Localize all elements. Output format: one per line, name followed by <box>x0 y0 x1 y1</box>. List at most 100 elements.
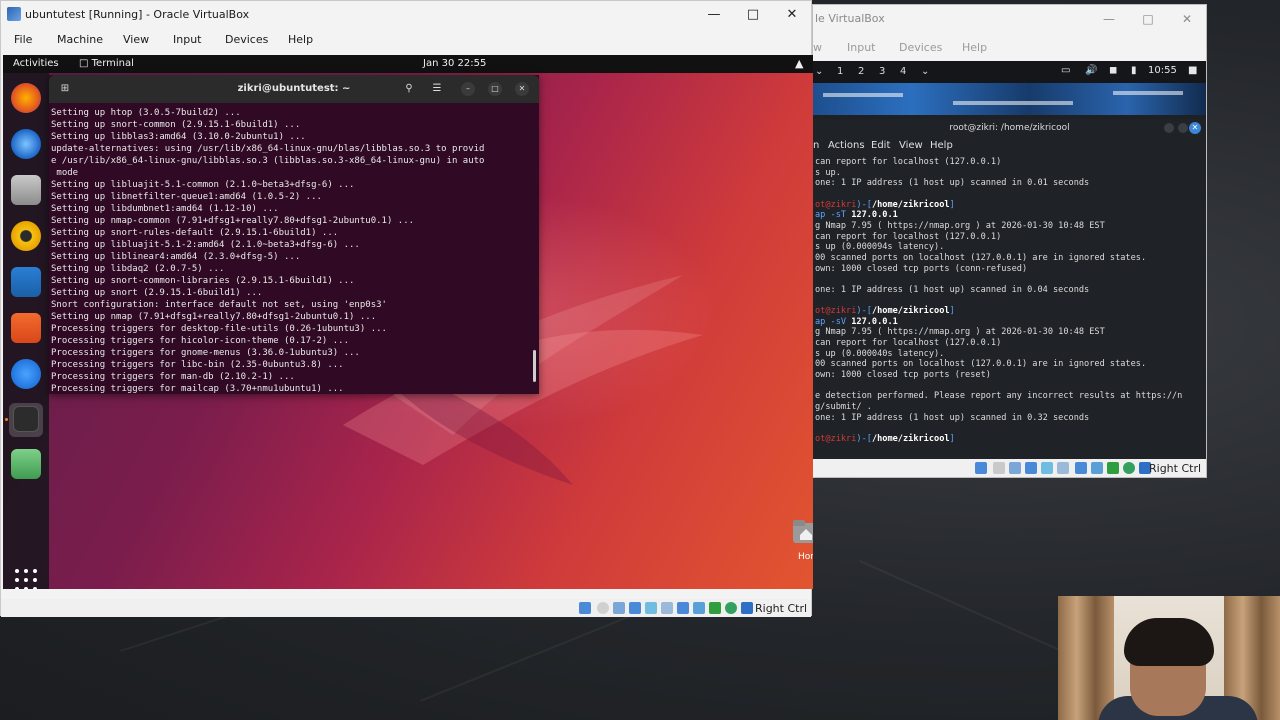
recording-icon[interactable] <box>693 602 705 614</box>
close-icon[interactable]: ✕ <box>1172 9 1202 29</box>
keyboard-icon[interactable] <box>741 602 753 614</box>
minimize-icon[interactable]: – <box>461 82 475 96</box>
maximize-icon[interactable]: □ <box>488 82 502 96</box>
ubuntu-vm-screen[interactable]: Activities □ Terminal Jan 30 22:55 ▲ Ho … <box>3 55 813 589</box>
recording-icon[interactable] <box>1091 462 1103 474</box>
workspace-4[interactable]: 4 <box>900 66 906 77</box>
workspace-3[interactable]: 3 <box>879 66 885 77</box>
mouse-integration-icon[interactable] <box>1123 462 1135 474</box>
kali-virtualbox-window[interactable]: le VirtualBox — □ ✕ w Input Devices Help… <box>812 4 1207 478</box>
menu-file[interactable]: File <box>14 33 32 46</box>
close-icon[interactable]: ✕ <box>515 82 529 96</box>
hdd-icon[interactable] <box>579 602 591 614</box>
terminal-line: e /usr/lib/x86_64-linux-gnu/libblas.so.3… <box>51 156 485 166</box>
menu-devices[interactable]: Devices <box>225 33 268 46</box>
kali-line-segment: own: 1000 closed tcp ports (reset) <box>815 370 991 380</box>
kali-terminal-window[interactable]: root@zikri: /home/zikricool ✕ n Actions … <box>813 119 1206 460</box>
activities-button[interactable]: Activities <box>13 58 59 69</box>
search-icon[interactable]: ⚲ <box>401 81 417 97</box>
maximize-icon[interactable] <box>1178 123 1188 133</box>
menu-actions[interactable]: Actions <box>828 140 865 151</box>
hamburger-menu-icon[interactable]: ☰ <box>429 81 445 97</box>
wallpaper-stripe <box>953 101 1073 105</box>
cpu-icon[interactable] <box>709 602 721 614</box>
network-icon[interactable] <box>629 602 641 614</box>
display-icon[interactable]: ▭ <box>1061 65 1070 76</box>
menu-help[interactable]: Help <box>930 140 953 151</box>
network-icon[interactable]: ▲ <box>795 57 803 70</box>
show-apps-icon[interactable] <box>15 569 37 589</box>
files-icon[interactable] <box>11 175 41 205</box>
firefox-icon[interactable] <box>11 83 41 113</box>
volume-icon[interactable]: 🔊 <box>1085 65 1097 76</box>
minimize-icon[interactable]: — <box>1094 9 1124 29</box>
chevron-down-icon[interactable]: ⌄ <box>921 66 929 77</box>
display-icon[interactable] <box>1075 462 1087 474</box>
person-hair <box>1124 618 1214 666</box>
shared-folder-icon[interactable] <box>1057 462 1069 474</box>
kali-line-segment: one: 1 IP address (1 host up) scanned in… <box>815 178 1090 189</box>
network-icon[interactable] <box>1025 462 1037 474</box>
home-folder-label: Hon <box>798 552 813 562</box>
display-icon[interactable] <box>677 602 689 614</box>
kali-vb-titlebar[interactable]: le VirtualBox — □ ✕ <box>813 5 1206 31</box>
close-icon[interactable]: ✕ <box>777 5 807 25</box>
kali-terminal-output[interactable]: can report for localhost (127.0.0.1) s up… <box>813 157 1206 444</box>
help-icon[interactable] <box>11 359 41 389</box>
menu-devices[interactable]: Devices <box>899 41 942 54</box>
optical-drive-icon[interactable] <box>993 462 1005 474</box>
maximize-icon[interactable]: □ <box>738 5 768 25</box>
ubuntu-virtualbox-window[interactable]: ubuntutest [Running] - Oracle VirtualBox… <box>0 0 813 617</box>
kali-terminal-line: ap -sT 127.0.0.1 <box>815 210 898 221</box>
menu-edit[interactable]: Edit <box>871 140 890 151</box>
menu-view[interactable]: View <box>123 33 149 46</box>
menu-view[interactable]: View <box>899 140 923 151</box>
kali-line-segment: g Nmap 7.95 ( https://nmap.org ) at 2026… <box>815 327 1105 338</box>
hdd-icon[interactable] <box>975 462 987 474</box>
menu-view[interactable]: w <box>813 41 822 54</box>
menu-input[interactable]: Input <box>847 41 875 54</box>
kali-clock[interactable]: 10:55 <box>1148 65 1177 76</box>
workspace-1[interactable]: 1 <box>837 66 843 77</box>
kali-terminal-titlebar[interactable]: root@zikri: /home/zikricool ✕ <box>813 119 1206 137</box>
shared-folder-icon[interactable] <box>661 602 673 614</box>
gnome-clock[interactable]: Jan 30 22:55 <box>423 58 486 69</box>
usb-icon[interactable] <box>645 602 657 614</box>
kali-vm-screen[interactable]: ⌄ 1 2 3 4 ⌄ ▭ 🔊 ◼ ▮ 10:55 ■ root@zikri: … <box>813 61 1206 460</box>
minimize-icon[interactable]: — <box>699 5 729 25</box>
menu-file[interactable]: n <box>813 140 819 151</box>
rhythmbox-icon[interactable] <box>11 221 41 251</box>
kali-line-segment: ot@zikri <box>815 306 857 317</box>
app-menu-terminal[interactable]: □ Terminal <box>79 58 134 69</box>
terminal-headerbar[interactable]: ⊞ zikri@ubuntutest: ~ ⚲ ☰ – □ ✕ <box>49 75 539 103</box>
menu-help[interactable]: Help <box>962 41 987 54</box>
usb-icon[interactable] <box>1041 462 1053 474</box>
menu-input[interactable]: Input <box>173 33 201 46</box>
battery-icon[interactable]: ▮ <box>1131 65 1137 76</box>
minimize-icon[interactable] <box>1164 123 1174 133</box>
optical-drive-icon[interactable] <box>597 602 609 614</box>
menu-machine[interactable]: Machine <box>57 33 103 46</box>
bell-icon[interactable]: ◼ <box>1109 65 1117 76</box>
trash-icon[interactable] <box>11 449 41 479</box>
maximize-icon[interactable]: □ <box>1133 9 1163 29</box>
kali-line-segment: ] <box>949 306 955 317</box>
home-folder-icon[interactable] <box>791 517 813 545</box>
cpu-icon[interactable] <box>1107 462 1119 474</box>
audio-icon[interactable] <box>1009 462 1021 474</box>
ubuntu-terminal-window[interactable]: ⊞ zikri@ubuntutest: ~ ⚲ ☰ – □ ✕ Setting … <box>49 75 539 394</box>
menu-help[interactable]: Help <box>288 33 313 46</box>
lock-icon[interactable]: ■ <box>1188 65 1197 76</box>
terminal-scrollbar[interactable] <box>533 350 536 382</box>
software-center-icon[interactable] <box>11 313 41 343</box>
vb-titlebar[interactable]: ubuntutest [Running] - Oracle VirtualBox… <box>1 1 811 29</box>
audio-icon[interactable] <box>613 602 625 614</box>
thunderbird-icon[interactable] <box>11 129 41 159</box>
mouse-integration-icon[interactable] <box>725 602 737 614</box>
terminal-icon[interactable] <box>13 406 39 432</box>
writer-icon[interactable] <box>11 267 41 297</box>
close-icon[interactable]: ✕ <box>1189 122 1201 134</box>
workspace-2[interactable]: 2 <box>858 66 864 77</box>
terminal-output[interactable]: Setting up htop (3.0.5-7build2) ... Setti… <box>49 103 539 394</box>
chevron-down-icon[interactable]: ⌄ <box>815 66 823 77</box>
